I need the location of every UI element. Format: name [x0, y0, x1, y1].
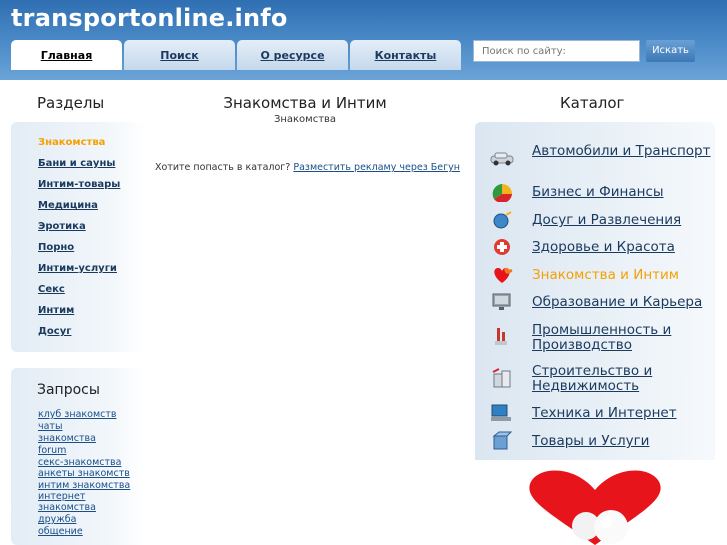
- tab-home[interactable]: Главная: [11, 40, 122, 70]
- ad-line: Хотите попасть в каталог? Разместить рек…: [155, 162, 460, 173]
- search-input[interactable]: [473, 40, 640, 62]
- goods-icon: [492, 431, 513, 450]
- monitor-icon: [492, 293, 511, 310]
- heart-banner-image: [529, 470, 661, 545]
- catalog-title: Каталог: [560, 94, 625, 112]
- sections-title: Разделы: [37, 94, 105, 112]
- building-icon: [492, 368, 511, 388]
- tab-about[interactable]: О ресурсе: [237, 40, 348, 70]
- section-link[interactable]: Бани и сауны: [38, 158, 115, 169]
- chart-icon: [492, 184, 512, 202]
- query-link[interactable]: клуб знакомств: [38, 409, 142, 420]
- query-link[interactable]: forum: [38, 445, 142, 456]
- section-link[interactable]: Интим-товары: [38, 179, 120, 190]
- query-link[interactable]: знакомства: [38, 433, 142, 444]
- sections-box: [11, 122, 146, 352]
- page-subtitle: Знакомства: [273, 114, 337, 125]
- query-link[interactable]: секс-знакомства: [38, 457, 142, 468]
- site-header: transportonline.info Главная Поиск О рес…: [0, 0, 727, 80]
- catalog-link[interactable]: Здоровье и Красота: [532, 240, 714, 255]
- car-icon: [490, 152, 514, 166]
- tab-contacts[interactable]: Контакты: [350, 40, 461, 70]
- query-link[interactable]: интернет знакомства: [38, 491, 142, 513]
- section-link[interactable]: Эротика: [38, 221, 86, 232]
- catalog-link[interactable]: Образование и Карьера: [532, 295, 714, 310]
- catalog-link[interactable]: Товары и Услуги: [532, 434, 714, 449]
- section-link[interactable]: Знакомства: [38, 137, 105, 148]
- query-link[interactable]: общение: [38, 526, 142, 537]
- catalog-link[interactable]: Строительство и Недвижимость: [532, 364, 714, 394]
- query-link[interactable]: чаты: [38, 421, 142, 432]
- globe-icon: [493, 211, 512, 229]
- catalog-link[interactable]: Промышленность и Производство: [532, 323, 714, 353]
- ad-link[interactable]: Разместить рекламу через Бегун: [293, 162, 460, 173]
- site-title[interactable]: transportonline.info: [11, 4, 288, 32]
- section-link[interactable]: Досуг: [38, 326, 71, 337]
- catalog-link[interactable]: Досуг и Развлечения: [532, 213, 714, 228]
- section-link[interactable]: Секс: [38, 284, 65, 295]
- section-link[interactable]: Интим: [38, 305, 74, 316]
- section-link[interactable]: Порно: [38, 242, 74, 253]
- hearts-icon: [494, 267, 513, 283]
- query-link[interactable]: интим знакомства: [38, 480, 142, 491]
- section-link[interactable]: Медицина: [38, 200, 98, 211]
- catalog-link[interactable]: Техника и Интернет: [532, 406, 714, 421]
- queries-title: Запросы: [37, 382, 100, 398]
- page-title: Знакомства и Интим: [223, 94, 387, 112]
- query-link[interactable]: анкеты знакомств: [38, 468, 142, 479]
- main-nav: Главная Поиск О ресурсе Контакты: [11, 40, 461, 70]
- computer-icon: [491, 404, 511, 421]
- catalog-link[interactable]: Знакомства и Интим: [532, 268, 714, 283]
- factory-icon: [495, 328, 507, 345]
- query-link[interactable]: дружба: [38, 514, 142, 525]
- ad-text: Хотите попасть в каталог?: [155, 162, 291, 173]
- catalog-link[interactable]: Автомобили и Транспорт: [532, 144, 714, 159]
- catalog-link[interactable]: Бизнес и Финансы: [532, 185, 714, 200]
- tab-search[interactable]: Поиск: [124, 40, 235, 70]
- section-link[interactable]: Интим-услуги: [38, 263, 117, 274]
- health-icon: [494, 239, 510, 255]
- search-button[interactable]: Искать: [646, 40, 695, 62]
